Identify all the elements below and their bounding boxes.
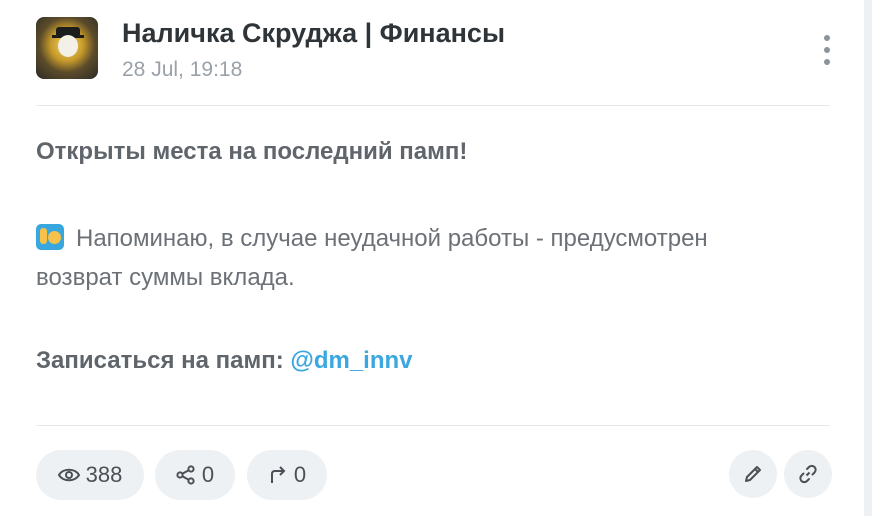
shares-counter[interactable]: 0 [155, 450, 235, 500]
header-divider [36, 105, 830, 106]
channel-name[interactable]: Наличка Скруджа | Финансы [122, 18, 505, 49]
footer-divider [36, 425, 830, 426]
signup-label: Записаться на памп: [36, 347, 291, 374]
pencil-icon [743, 464, 763, 484]
post-reminder-text: Напоминаю, в случае неудачной работы - п… [76, 225, 708, 252]
shares-count: 0 [201, 462, 215, 487]
forwards-count: 0 [293, 462, 307, 487]
views-counter[interactable]: 388 [36, 450, 144, 500]
edit-button[interactable] [729, 450, 777, 498]
contact-link[interactable]: @dm_innv [290, 347, 412, 374]
forward-arrow-icon [268, 465, 288, 485]
post-timestamp: 28 Jul, 19:18 [122, 58, 243, 81]
forwards-counter[interactable]: 0 [247, 450, 327, 500]
avatar-face [58, 35, 78, 57]
post-text-line-2: возврат суммы вклада. [36, 264, 295, 291]
post-card: Наличка Скруджа | Финансы 28 Jul, 19:18 … [0, 0, 864, 516]
page-background-edge [864, 0, 872, 516]
post-text-line: Напоминаю, в случае неудачной работы - п… [36, 222, 708, 253]
post-headline: Открыты места на последний памп! [36, 138, 468, 165]
more-vertical-icon-dot [824, 47, 830, 53]
post-signup-line: Записаться на памп: @dm_innv [36, 347, 413, 375]
views-count: 388 [85, 462, 123, 487]
link-icon [798, 464, 818, 484]
more-menu-button[interactable] [812, 32, 842, 68]
more-vertical-icon [824, 35, 830, 41]
eye-icon [57, 467, 80, 483]
copy-link-button[interactable] [784, 450, 832, 498]
share-icon [176, 465, 196, 485]
channel-avatar[interactable] [36, 17, 98, 79]
more-vertical-icon-dot [824, 59, 830, 65]
raising-hand-emoji [36, 222, 68, 252]
